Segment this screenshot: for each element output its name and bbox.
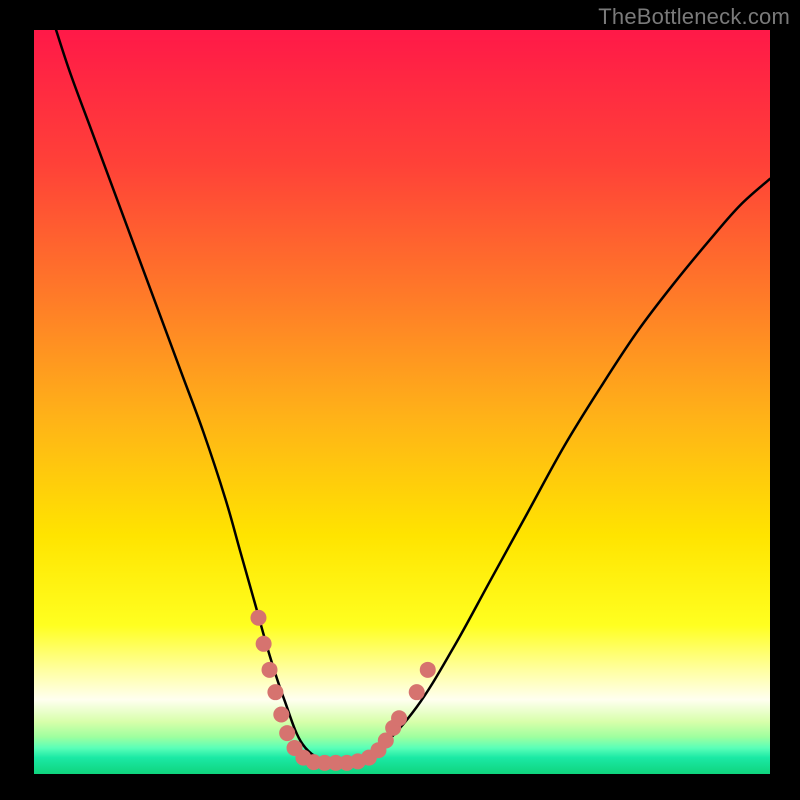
curve-overlay xyxy=(34,30,770,774)
highlight-dot xyxy=(262,662,278,678)
highlight-dot xyxy=(420,662,436,678)
highlight-dot xyxy=(267,684,283,700)
highlight-dot xyxy=(409,684,425,700)
bottleneck-curve xyxy=(56,30,770,765)
highlight-dots xyxy=(250,610,435,771)
highlight-dot xyxy=(391,710,407,726)
highlight-dot xyxy=(256,636,272,652)
plot-area xyxy=(34,30,770,774)
watermark-text: TheBottleneck.com xyxy=(598,4,790,30)
highlight-dot xyxy=(279,725,295,741)
highlight-dot xyxy=(250,610,266,626)
highlight-dot xyxy=(273,706,289,722)
